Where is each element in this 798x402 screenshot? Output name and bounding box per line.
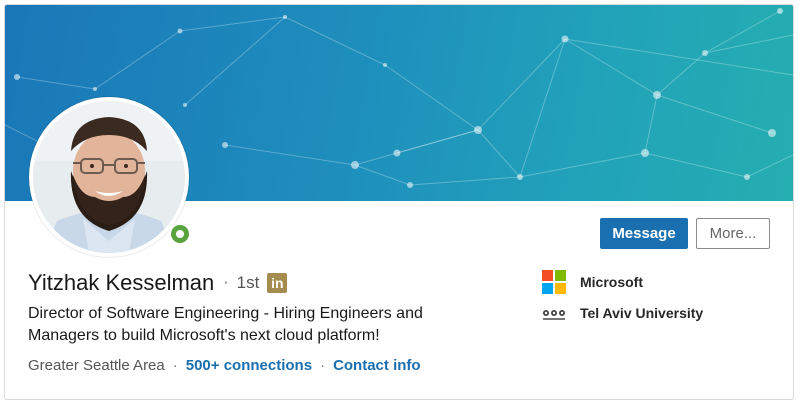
avatar-portrait [33,101,185,253]
message-button[interactable]: Message [600,218,688,249]
connections-link[interactable]: 500+ connections [186,357,312,374]
microsoft-logo-icon [542,270,566,294]
online-status-indicator [168,222,192,246]
contact-info-link[interactable]: Contact info [333,357,421,374]
name-separator: · [223,274,229,291]
profile-card: Message More... Yitzhak Kesselman · 1st … [4,4,794,400]
profile-headline: Director of Software Engineering - Hirin… [28,305,423,344]
org-item-tel-aviv-university[interactable]: Tel Aviv University [542,301,703,325]
org-item-microsoft[interactable]: Microsoft [542,270,643,294]
org-name: Tel Aviv University [580,305,704,321]
linkedin-premium-icon: in [267,273,288,293]
connection-degree: 1st [236,273,260,292]
online-dot-icon [171,225,189,243]
avatar [33,101,185,253]
university-logo-icon [542,301,566,325]
more-button[interactable]: More... [696,218,770,249]
profile-location: Greater Seattle Area [28,356,165,374]
meta-separator: · [172,356,178,374]
org-name: Microsoft [580,274,643,290]
meta-separator: · [320,356,326,374]
profile-name: Yitzhak Kesselman [28,270,215,295]
profile-meta: Greater Seattle Area · 500+ connections … [28,354,421,376]
profile-photo[interactable] [29,97,192,257]
name-row: Yitzhak Kesselman · 1st in [28,269,288,297]
